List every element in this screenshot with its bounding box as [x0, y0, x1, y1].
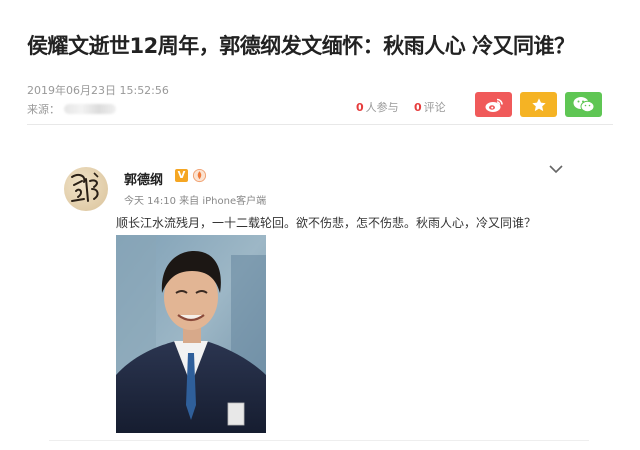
chevron-down-icon[interactable] — [549, 164, 563, 174]
share-weibo-button[interactable] — [475, 92, 512, 117]
share-wechat-button[interactable] — [565, 92, 602, 117]
article-source: 来源： — [27, 101, 116, 117]
weibo-icon — [485, 98, 503, 112]
wechat-icon — [573, 97, 594, 113]
participants-label: 人参与 — [365, 101, 399, 114]
source-name-blurred — [64, 104, 116, 114]
star-icon — [531, 97, 546, 111]
comments-link[interactable]: 0 评论 — [414, 99, 446, 115]
comments-count: 0 — [414, 100, 422, 114]
participants-count: 0 — [356, 100, 364, 114]
username[interactable]: 郭德纲 — [124, 169, 163, 188]
weibo-post-card: 郭德纲 V 今天 14:10 来自 iPhone客户端 顺长江水流残月，一十二载… — [49, 142, 589, 442]
comments-label: 评论 — [423, 101, 446, 114]
calligraphy-logo-icon — [71, 172, 99, 202]
post-text: 顺长江水流残月，一十二载轮回。欲不伤悲，怎不伤悲。秋雨人心，冷又同谁？ — [116, 216, 537, 230]
source-label: 来源： — [27, 103, 60, 116]
portrait-image — [116, 235, 266, 433]
article-title: 侯耀文逝世12周年，郭德纲发文缅怀：秋雨人心 冷又同谁？ — [27, 34, 575, 58]
favorite-button[interactable] — [520, 92, 557, 117]
article-date: 2019年06月23日 15:52:56 — [27, 84, 169, 97]
member-badge-icon — [192, 168, 207, 183]
avatar[interactable] — [64, 167, 108, 211]
post-photo[interactable] — [116, 235, 266, 433]
verified-badge: V — [175, 169, 188, 182]
card-divider — [49, 440, 589, 441]
participants-link[interactable]: 0 人参与 — [356, 99, 399, 115]
post-meta: 今天 14:10 来自 iPhone客户端 — [124, 196, 267, 207]
header-divider — [27, 124, 613, 125]
